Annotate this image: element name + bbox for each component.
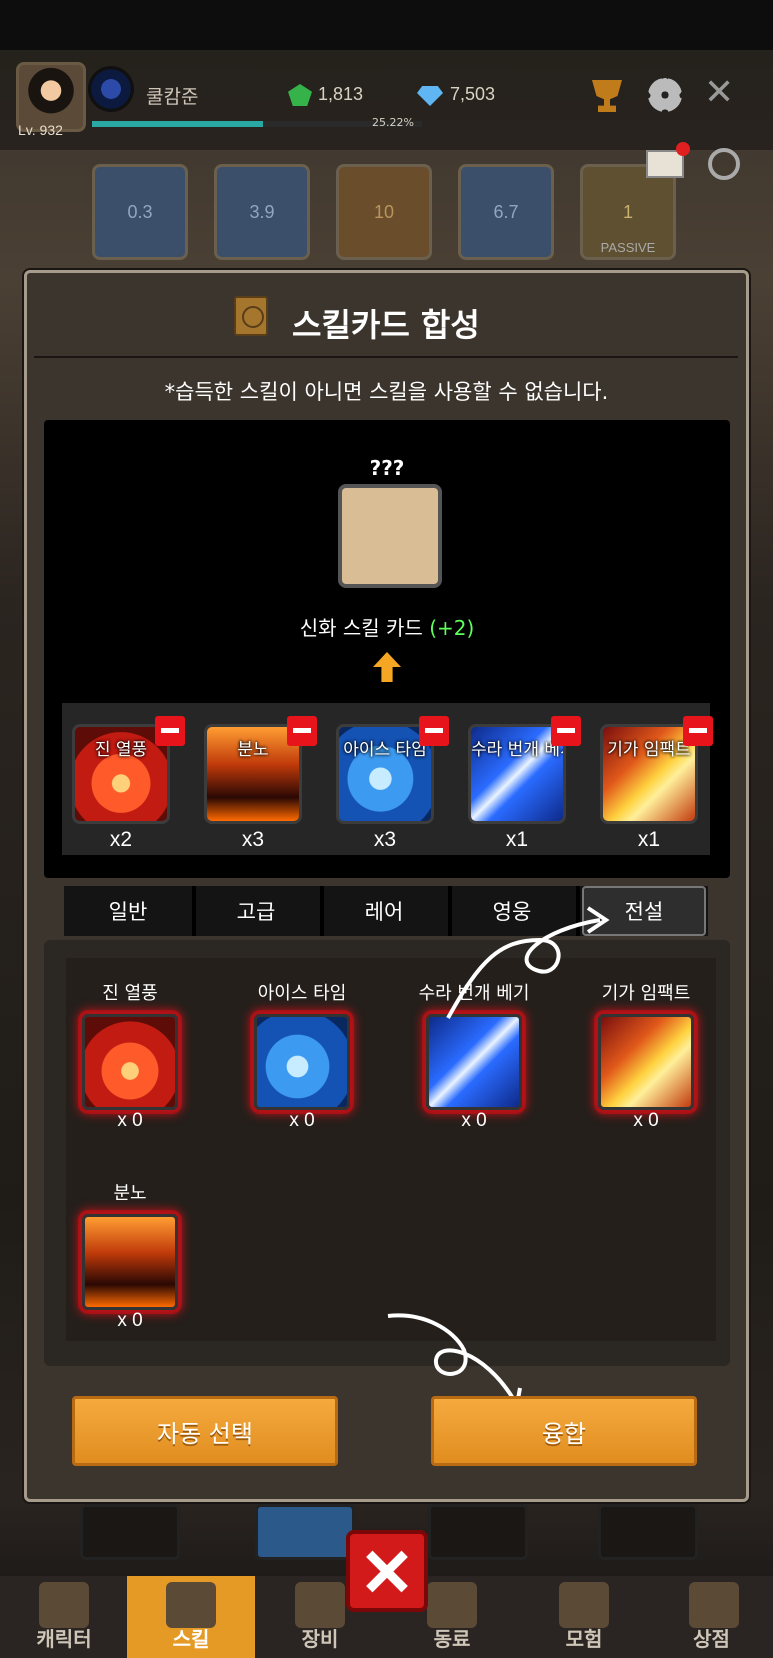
player-level: Lv. 932 [18,122,63,138]
inventory-card[interactable] [254,1014,350,1110]
skill-slot-cooldown: 3.9 [249,201,275,222]
remove-card-button[interactable] [287,716,317,746]
selected-card-name: 진 열풍 [94,740,148,760]
background-tile [80,1504,180,1560]
treasure-bag-icon [689,1582,739,1628]
passive-tag: PASSIVE [600,240,656,255]
close-icon[interactable]: ✕ [704,72,734,113]
skill-slot[interactable]: 6.7 [458,164,554,260]
skill-slot-passive[interactable]: 1 PASSIVE [580,164,676,260]
nav-item-label: 모험 [565,1627,603,1651]
tree-icon [559,1582,609,1628]
remove-card-button[interactable] [683,716,713,746]
background-tile [428,1504,528,1560]
auto-select-button[interactable]: 자동 선택 [72,1396,338,1466]
selected-card-name: 아이스 타임 [343,740,427,760]
diamond-count: 7,503 [450,84,496,104]
selected-card-name: 기가 임팩트 [607,740,691,760]
mail-icon[interactable] [646,142,690,178]
tab-rare[interactable]: 레어 [322,886,446,936]
result-card-name: 신화 스킬 카드 [299,616,423,640]
selected-card-count: x1 [637,828,661,851]
selected-card-name: 분노 [237,740,269,760]
result-card [338,484,442,588]
selected-card-count: x2 [109,828,133,851]
inventory-card-count: x 0 [117,1310,143,1331]
inventory-card[interactable] [82,1214,178,1310]
skill-slot-cooldown: 0.3 [127,201,153,222]
selected-card-name: 수라 번개 베기 [471,740,563,760]
exp-bar-fill [92,121,264,127]
nav-item-character[interactable]: 캐릭터 [0,1576,128,1658]
inventory-card-name: 진 열풍 [102,983,158,1004]
skill-slot[interactable]: 3.9 [214,164,310,260]
selected-card-count: x1 [505,828,529,851]
power-icon[interactable] [708,148,740,180]
skill-book-icon [234,296,268,336]
exp-icon [39,1582,89,1628]
remove-card-button[interactable] [551,716,581,746]
inventory-card-name: 아이스 타임 [257,983,347,1004]
selected-card-count: x3 [241,828,265,851]
skill-slot[interactable]: 0.3 [92,164,188,260]
tab-advanced[interactable]: 고급 [194,886,318,936]
selected-card-count: x3 [373,828,397,851]
nav-item-label: 동료 [433,1627,471,1651]
result-card-bonus: (+2) [429,616,475,640]
hint-arrow-to-tab [446,906,610,1019]
notice-text: *습득한 스킬이 아니면 스킬을 사용할 수 없습니다. [164,380,609,404]
close-panel-button[interactable] [346,1530,428,1612]
nav-item-adventure[interactable]: 모험 [520,1576,648,1658]
inventory-card-count: x 0 [461,1110,487,1131]
inventory-card-count: x 0 [633,1110,659,1131]
skill-slot[interactable]: 10 [336,164,432,260]
player-name: 쿨캄준 [146,86,199,108]
guild-emblem-icon[interactable] [88,66,134,112]
fuse-button[interactable]: 융합 [431,1396,697,1466]
exp-percent: 25.22% [372,116,414,129]
inventory-card-count: x 0 [289,1110,315,1131]
inventory-card[interactable] [82,1014,178,1110]
skill-slot-cooldown: 10 [373,201,395,222]
tab-common[interactable]: 일반 [66,886,190,936]
background-tile [598,1504,698,1560]
remove-card-button[interactable] [155,716,185,746]
inventory-card-count: x 0 [117,1110,143,1131]
result-card-label: 신화 스킬 카드 (+2) [44,612,730,641]
gear-icon[interactable] [648,78,682,112]
title-divider [34,356,738,358]
result-name: ??? [369,456,405,480]
nav-item-label: 상점 [693,1627,730,1651]
nav-item-label: 장비 [301,1627,339,1651]
nav-item-label: 스킬 [172,1627,210,1651]
skill-slot-cooldown: 6.7 [493,201,519,222]
inventory-card-name: 분노 [113,1183,147,1204]
nav-item-label: 캐릭터 [36,1627,92,1651]
swords-icon [295,1582,345,1628]
panel-title: 스킬카드 합성 [292,306,480,344]
remove-card-button[interactable] [419,716,449,746]
background-tile [255,1504,355,1560]
nav-item-skill[interactable]: 스킬 [127,1576,255,1658]
skill-book-icon [166,1582,216,1628]
companion-icon [427,1582,477,1628]
nav-item-shop[interactable]: 상점 [650,1576,773,1658]
green-gem-count: 1,813 [318,84,364,104]
skill-slot-cooldown: 1 [622,201,633,222]
